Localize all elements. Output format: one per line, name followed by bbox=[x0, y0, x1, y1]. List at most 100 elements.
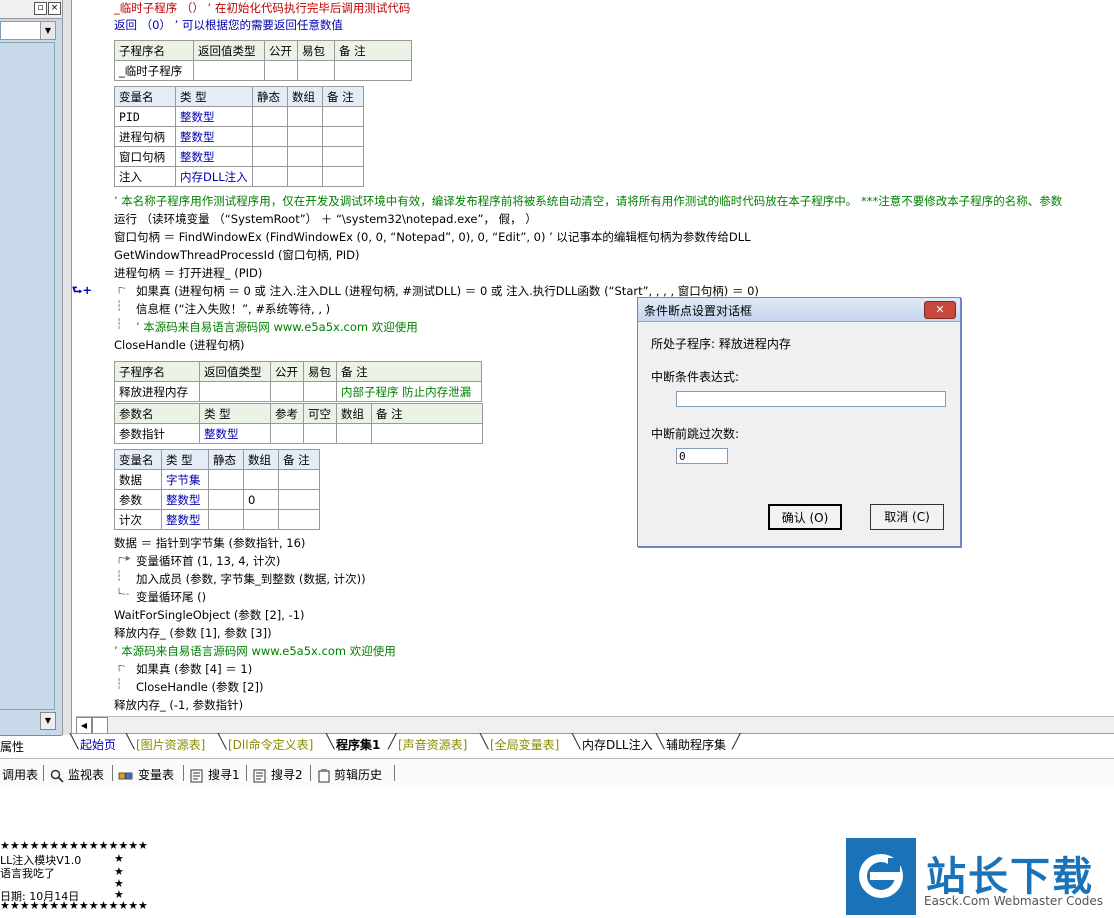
table-row[interactable]: 进程句柄 整数型 bbox=[114, 126, 364, 147]
table-row[interactable]: 注入 内存DLL注入 bbox=[114, 166, 364, 187]
table-cell[interactable] bbox=[252, 146, 288, 167]
table-row[interactable]: PID 整数型 bbox=[114, 106, 364, 127]
code-line[interactable]: 窗口句柄 ＝ FindWindowEx (FindWindowEx (0, 0,… bbox=[114, 229, 751, 245]
code-line[interactable]: 释放内存_ (-1, 参数指针) bbox=[114, 697, 243, 713]
table-cell[interactable]: _临时子程序 bbox=[114, 60, 194, 81]
code-line[interactable]: 运行 （读环境变量 （“SystemRoot”） ＋ “\system32\no… bbox=[114, 211, 537, 227]
table-cell[interactable] bbox=[334, 60, 412, 81]
code-line[interactable]: _临时子程序 （） ’ 在初始化代码执行完毕后调用测试代码 bbox=[114, 0, 410, 16]
watch-table-button[interactable]: 监视表 bbox=[50, 766, 104, 783]
chevron-down-icon[interactable]: ▼ bbox=[40, 22, 55, 39]
code-line[interactable]: ’ 本源码来自易语言源码网 www.e5a5x.com 欢迎使用 bbox=[136, 319, 418, 335]
breakpoint-marker[interactable]: ⮑+ bbox=[72, 283, 92, 302]
table-cell[interactable]: 窗口句柄 bbox=[114, 146, 176, 167]
table-cell[interactable] bbox=[270, 423, 304, 444]
restore-icon[interactable]: ▫ bbox=[34, 2, 47, 15]
table-cell[interactable] bbox=[371, 423, 483, 444]
cancel-button[interactable]: 取消 (C) bbox=[870, 504, 944, 530]
code-line[interactable]: 释放内存_ (参数 [1], 参数 [3]) bbox=[114, 625, 272, 641]
ok-button[interactable]: 确认 (O) bbox=[768, 504, 842, 530]
table-cell[interactable]: 数据 bbox=[114, 469, 162, 490]
table-cell[interactable] bbox=[270, 381, 304, 402]
tab-global-vars[interactable]: [全局变量表] bbox=[490, 736, 559, 753]
table-cell[interactable] bbox=[208, 509, 244, 530]
code-line[interactable]: ’ 本源码来自易语言源码网 www.e5a5x.com 欢迎使用 bbox=[114, 643, 396, 659]
table-cell[interactable] bbox=[278, 469, 320, 490]
table-cell[interactable] bbox=[322, 146, 364, 167]
condition-input[interactable] bbox=[676, 391, 946, 407]
code-line[interactable]: 信息框 (“注入失败！”, #系统等待, , ) bbox=[136, 301, 330, 317]
search1-button[interactable]: 搜寻1 bbox=[190, 766, 240, 783]
code-line[interactable]: 返回 （0） ’ 可以根据您的需要返回任意数值 bbox=[114, 17, 343, 33]
table-cell[interactable] bbox=[278, 509, 320, 530]
code-line[interactable]: 如果真 (参数 [4] ＝ 1) bbox=[136, 661, 252, 677]
table-cell[interactable]: 整数型 bbox=[175, 126, 253, 147]
code-line[interactable]: CloseHandle (参数 [2]) bbox=[136, 679, 263, 695]
tab-properties[interactable]: 属性 bbox=[0, 738, 24, 755]
clip-history-button[interactable]: 剪辑历史 bbox=[318, 766, 382, 783]
table-cell[interactable]: 进程句柄 bbox=[114, 126, 176, 147]
table-cell[interactable] bbox=[252, 126, 288, 147]
table-cell[interactable] bbox=[287, 126, 323, 147]
table-cell[interactable]: 内存DLL注入 bbox=[175, 166, 253, 187]
call-table-button[interactable]: 调用表 bbox=[2, 766, 38, 783]
table-cell[interactable]: 参数 bbox=[114, 489, 162, 510]
table-cell[interactable]: 整数型 bbox=[161, 509, 209, 530]
table-row[interactable]: 参数 整数型 0 bbox=[114, 489, 320, 510]
tab-dll-commands[interactable]: [Dll命令定义表] bbox=[228, 736, 313, 753]
table-cell[interactable] bbox=[322, 166, 364, 187]
table-cell[interactable] bbox=[297, 60, 335, 81]
code-line[interactable]: GetWindowThreadProcessId (窗口句柄, PID) bbox=[114, 247, 360, 263]
code-line[interactable]: 数据 ＝ 指针到字节集 (参数指针, 16) bbox=[114, 535, 305, 551]
skip-count-input[interactable]: 0 bbox=[676, 448, 728, 464]
left-pane-list[interactable] bbox=[0, 42, 55, 710]
close-icon[interactable]: × bbox=[48, 2, 61, 15]
table-cell[interactable] bbox=[208, 469, 244, 490]
table-cell[interactable] bbox=[264, 60, 298, 81]
close-icon[interactable]: ✕ bbox=[924, 301, 956, 319]
table-cell[interactable] bbox=[243, 469, 279, 490]
table-cell[interactable]: PID bbox=[114, 106, 176, 127]
table-cell[interactable]: 整数型 bbox=[175, 106, 253, 127]
code-line[interactable]: CloseHandle (进程句柄) bbox=[114, 337, 245, 353]
table-cell[interactable]: 释放进程内存 bbox=[114, 381, 200, 402]
table-cell[interactable]: 计次 bbox=[114, 509, 162, 530]
table-cell[interactable]: 参数指针 bbox=[114, 423, 200, 444]
code-line[interactable]: WaitForSingleObject (参数 [2], -1) bbox=[114, 607, 305, 623]
table-cell[interactable] bbox=[252, 106, 288, 127]
code-line[interactable]: 进程句柄 ＝ 打开进程_ (PID) bbox=[114, 265, 262, 281]
table-cell[interactable] bbox=[287, 166, 323, 187]
horizontal-scrollbar[interactable]: ◀ bbox=[76, 716, 1114, 734]
dialog-titlebar[interactable]: 条件断点设置对话框 ✕ bbox=[638, 298, 960, 322]
left-pane-combo[interactable]: ▼ bbox=[0, 21, 56, 40]
tab-start-page[interactable]: 起始页 bbox=[80, 736, 116, 753]
table-cell[interactable]: 0 bbox=[243, 489, 279, 510]
scroll-left-icon[interactable]: ◀ bbox=[76, 717, 92, 734]
table-cell[interactable] bbox=[287, 106, 323, 127]
tab-sound-resources[interactable]: [声音资源表] bbox=[398, 736, 467, 753]
table-row[interactable]: 窗口句柄 整数型 bbox=[114, 146, 364, 167]
search2-button[interactable]: 搜寻2 bbox=[253, 766, 303, 783]
table-row[interactable]: 数据 字节集 bbox=[114, 469, 320, 490]
code-line[interactable]: 加入成员 (参数, 字节集_到整数 (数据, 计次)) bbox=[136, 571, 366, 587]
table-row[interactable]: 参数指针 整数型 bbox=[114, 423, 483, 444]
table-cell[interactable] bbox=[336, 423, 372, 444]
code-line[interactable]: 变量循环尾 () bbox=[136, 589, 206, 605]
tab-memory-dll-inject[interactable]: 内存DLL注入 bbox=[582, 736, 653, 753]
table-cell[interactable] bbox=[303, 423, 337, 444]
scroll-thumb[interactable] bbox=[92, 717, 108, 734]
table-cell[interactable]: 注入 bbox=[114, 166, 176, 187]
left-pane-tab[interactable]: 属性 bbox=[0, 735, 62, 755]
table-cell[interactable] bbox=[322, 126, 364, 147]
tab-assembly1[interactable]: 程序集1 bbox=[336, 736, 380, 753]
tab-image-resources[interactable]: [图片资源表] bbox=[136, 736, 205, 753]
var-table-button[interactable]: 变量表 bbox=[118, 766, 174, 783]
table-cell[interactable]: 整数型 bbox=[175, 146, 253, 167]
table-cell[interactable]: 字节集 bbox=[161, 469, 209, 490]
table-cell[interactable]: 整数型 bbox=[161, 489, 209, 510]
table-cell[interactable] bbox=[303, 381, 337, 402]
table-cell[interactable]: 整数型 bbox=[199, 423, 271, 444]
table-cell[interactable]: 内部子程序 防止内存泄漏 bbox=[336, 381, 482, 402]
scroll-down-icon[interactable]: ▼ bbox=[40, 712, 56, 730]
table-cell[interactable] bbox=[199, 381, 271, 402]
